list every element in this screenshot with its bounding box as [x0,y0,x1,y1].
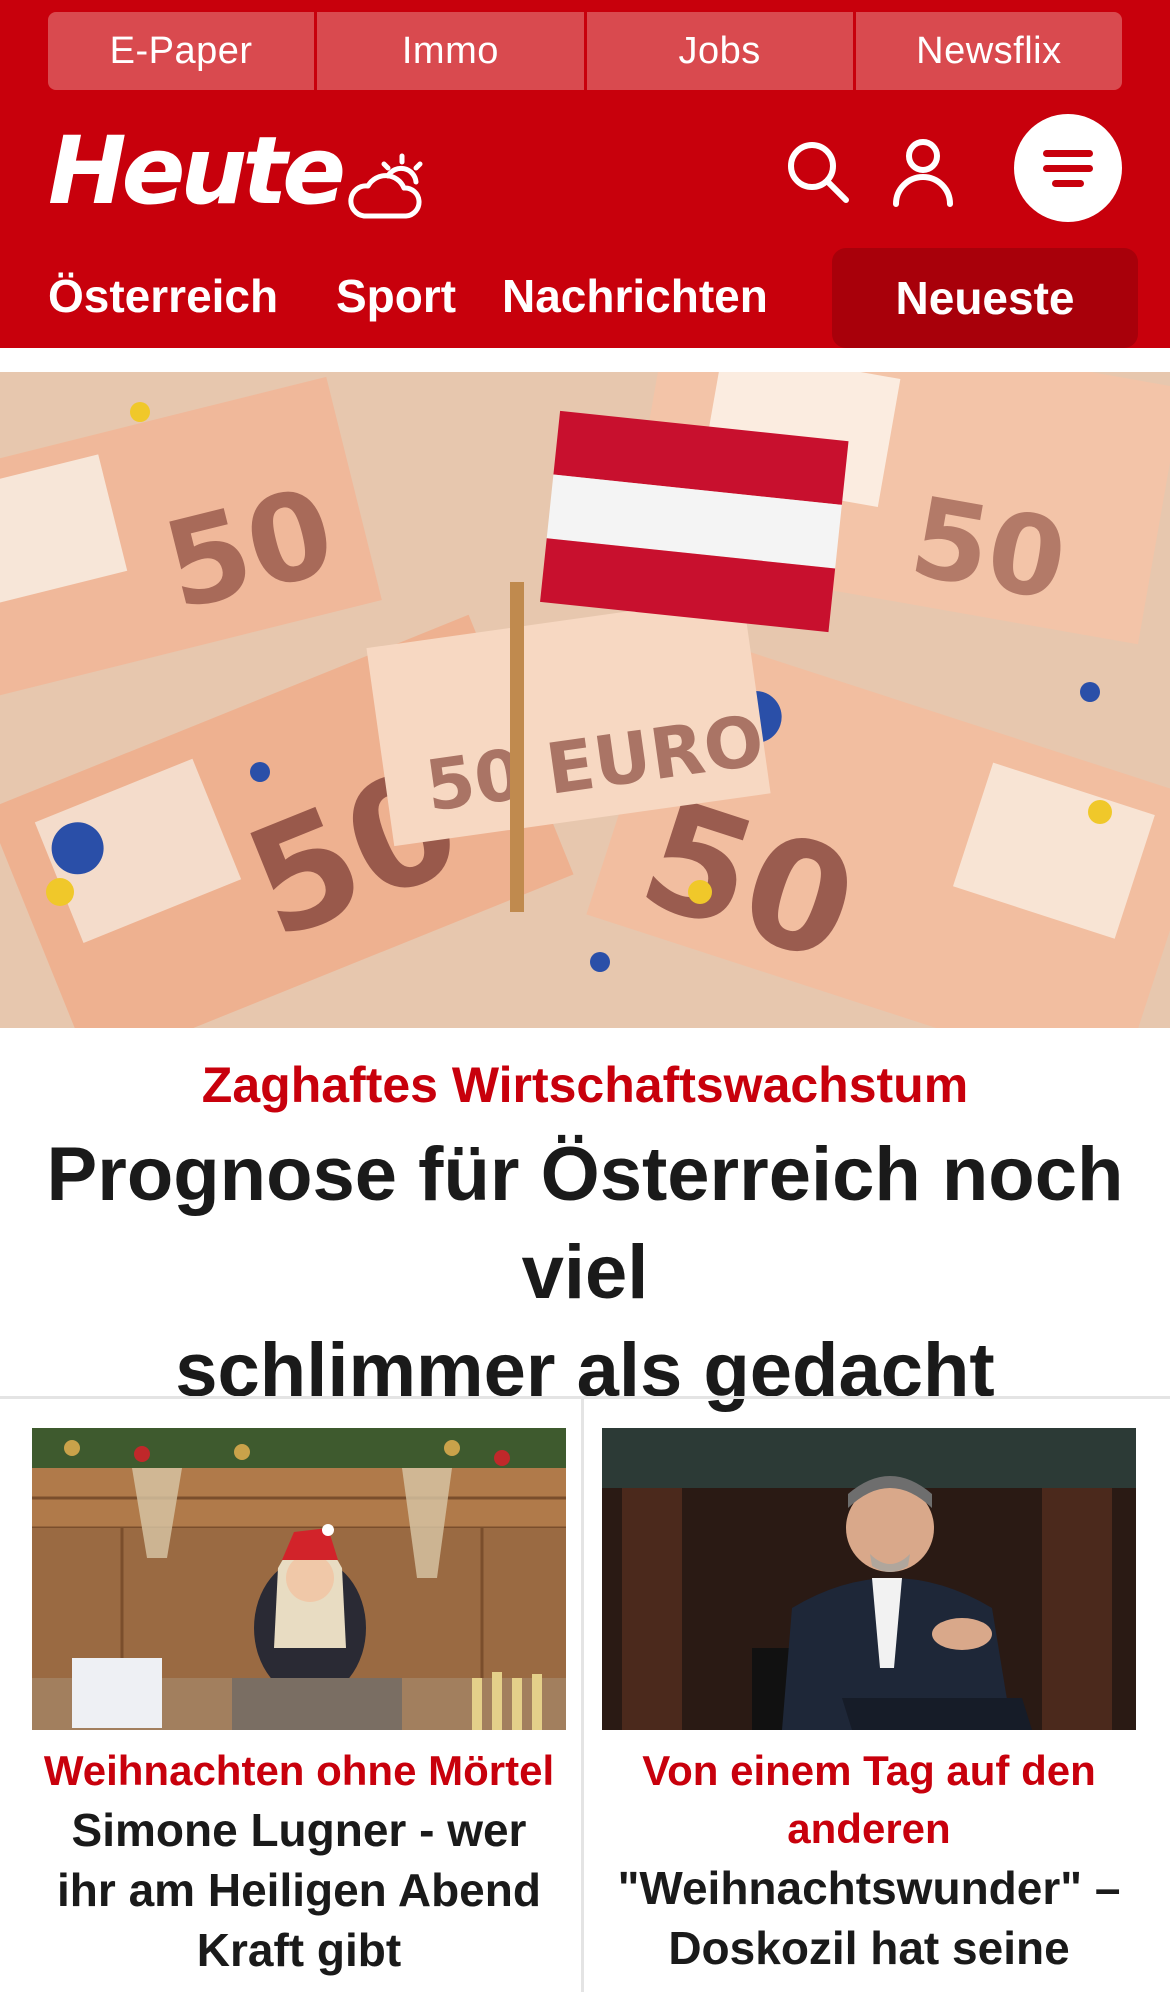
article-image[interactable] [32,1428,566,1730]
top-link-immo[interactable]: Immo [317,12,587,90]
article-title-line: ihr am Heiligen Abend [57,1864,541,1916]
nav-item-neueste[interactable]: Neueste [832,248,1138,348]
article-card[interactable]: Von einem Tag auf den anderen "Weihnacht… [602,1428,1136,1978]
article-image[interactable] [602,1428,1136,1730]
site-header: E-Paper Immo Jobs Newsflix Heute Österre… [0,0,1170,348]
article-kicker-line: anderen [787,1805,951,1852]
article-title[interactable]: Simone Lugner - wer ihr am Heiligen Aben… [32,1800,566,1980]
user-icon[interactable] [890,136,956,208]
article-kicker-line: Von einem Tag auf den [642,1747,1096,1794]
article-title-line: Doskozil hat seine [668,1922,1070,1974]
hero-kicker[interactable]: Zaghaftes Wirtschaftswachstum [0,1054,1170,1116]
menu-icon-line [1052,179,1084,187]
column-divider [581,1398,584,1992]
article-kicker[interactable]: Von einem Tag auf den anderen [602,1742,1136,1858]
svg-text:50: 50 [902,473,1075,626]
hero-title[interactable]: Prognose für Österreich noch viel schlim… [0,1126,1170,1420]
main-nav: Österreich Sport Nachrichten Neueste [0,248,1170,348]
brand-row: Heute [0,110,1170,240]
nav-item-nachrichten[interactable]: Nachrichten [502,268,768,324]
top-link-jobs[interactable]: Jobs [586,12,856,90]
hero-title-line: Prognose für Österreich noch viel [46,1132,1124,1315]
article-title-line: "Weihnachtswunder" – [617,1862,1121,1914]
hero-image[interactable]: 50 50 50 50 50 EURO [0,372,1170,1028]
menu-icon-line [1043,149,1093,157]
nav-item-sport[interactable]: Sport [336,268,456,324]
article-kicker[interactable]: Weihnachten ohne Mörtel [32,1742,566,1800]
search-icon[interactable] [784,138,852,206]
article-title-line: Simone Lugner - wer [71,1804,527,1856]
article-title-line: Kraft gibt [196,1924,402,1976]
menu-icon-line [1043,164,1093,172]
section-divider [0,1396,1170,1399]
nav-item-oesterreich[interactable]: Österreich [48,268,278,324]
top-link-newsflix[interactable]: Newsflix [855,12,1122,90]
menu-button[interactable] [1014,114,1122,222]
weather-cloud-sun-icon[interactable] [344,152,426,224]
top-link-epaper[interactable]: E-Paper [48,12,318,90]
article-title[interactable]: "Weihnachtswunder" – Doskozil hat seine [602,1858,1136,1978]
article-card[interactable]: Weihnachten ohne Mörtel Simone Lugner - … [32,1428,566,1980]
heute-logo[interactable]: Heute [48,122,346,222]
hero-title-line: schlimmer als gedacht [175,1328,995,1413]
top-links-bar: E-Paper Immo Jobs Newsflix [48,12,1122,90]
